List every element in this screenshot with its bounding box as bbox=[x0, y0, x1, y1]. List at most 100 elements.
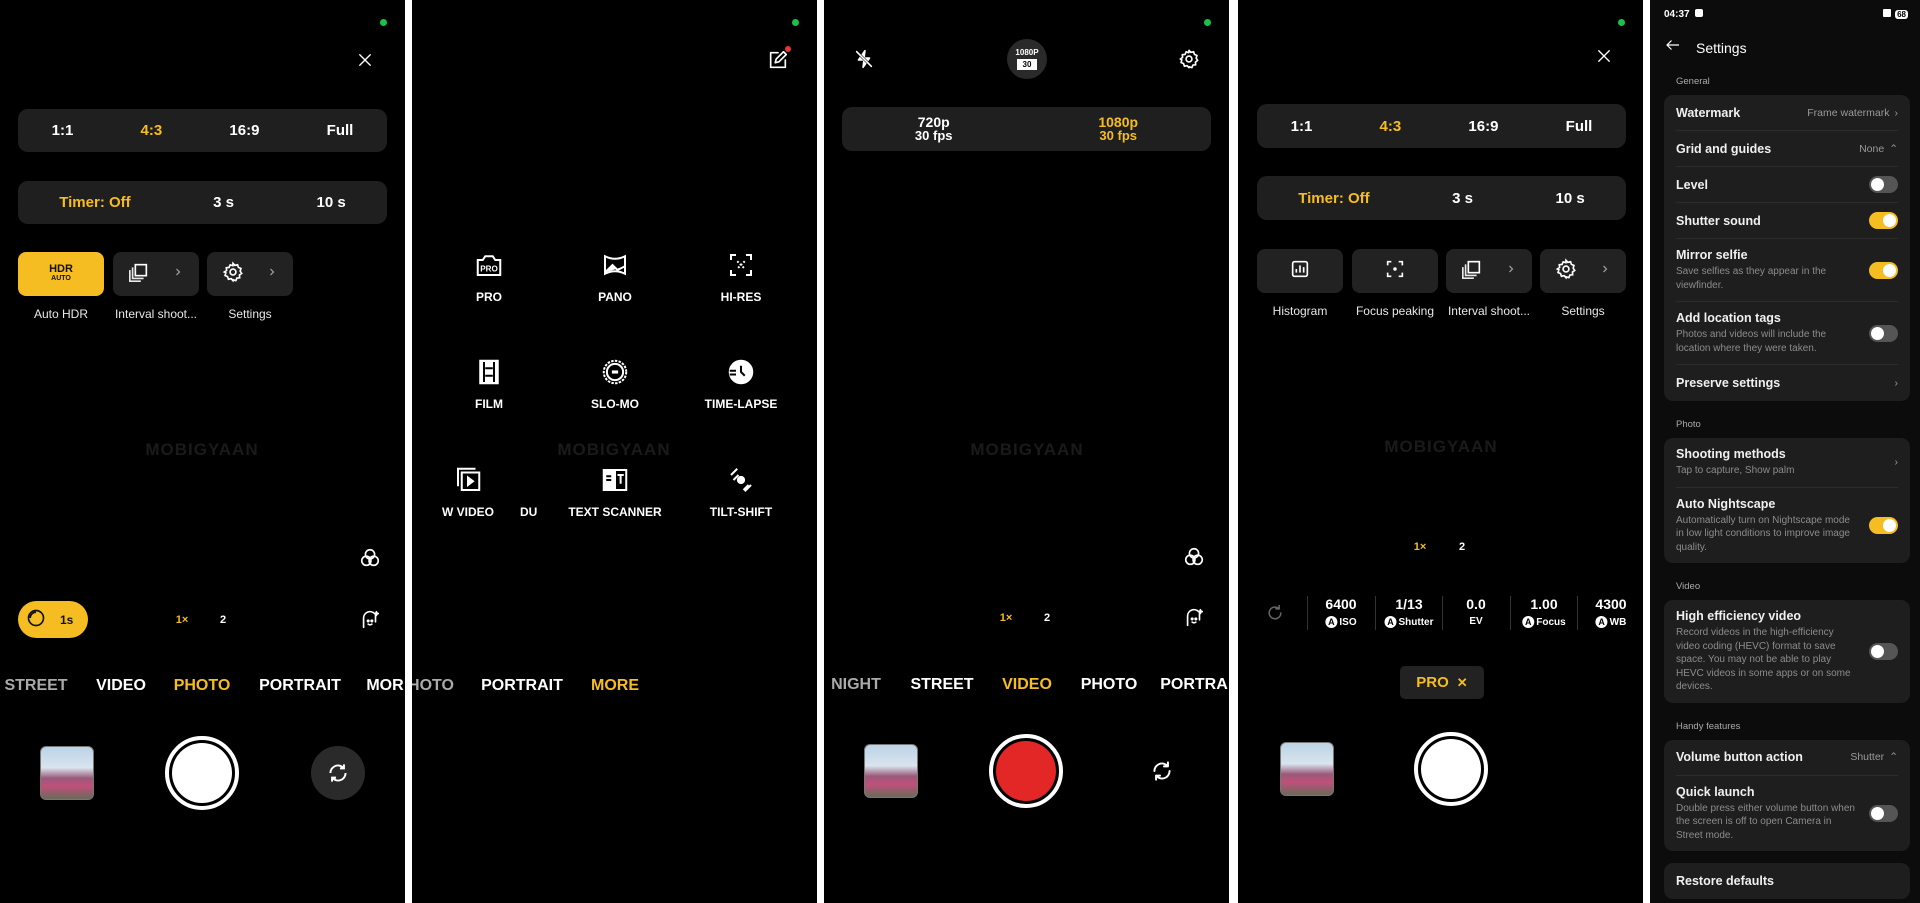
mode-hi-res[interactable]: HI-RES bbox=[681, 250, 801, 304]
aspect-ratio-option[interactable]: 16:9 bbox=[229, 122, 259, 139]
gallery-thumbnail[interactable] bbox=[864, 744, 918, 798]
aspect-ratio-option[interactable]: 4:3 bbox=[1380, 118, 1402, 135]
setting-value[interactable]: › bbox=[1895, 377, 1899, 389]
quick-histogram-button[interactable] bbox=[1257, 249, 1343, 293]
aspect-ratio-option[interactable]: Full bbox=[1566, 118, 1593, 135]
setting-value[interactable]: › bbox=[1895, 456, 1899, 468]
timer-option[interactable]: 10 s bbox=[1556, 190, 1585, 207]
timer-option[interactable]: 3 s bbox=[1452, 190, 1473, 207]
close-icon[interactable] bbox=[356, 51, 374, 69]
shutter-button[interactable] bbox=[165, 736, 239, 810]
pro-shutter-control[interactable]: 1/13 A Shutter bbox=[1384, 596, 1434, 628]
mode-portra[interactable]: PORTRA bbox=[1160, 676, 1228, 694]
aspect-ratio-option[interactable]: Full bbox=[327, 122, 354, 139]
resolution-option[interactable]: 720p 30 fps bbox=[915, 115, 953, 143]
setting-auto-nightscape[interactable]: Auto Nightscape Automatically turn on Nig… bbox=[1676, 488, 1898, 564]
resolution-badge-button[interactable]: 1080P 30 bbox=[1007, 39, 1047, 79]
toggle-switch[interactable] bbox=[1869, 642, 1898, 660]
setting-value[interactable]: None ⌃ bbox=[1859, 143, 1898, 155]
mode-street[interactable]: STREET bbox=[910, 676, 973, 694]
zoom-1x-button[interactable]: 1× bbox=[176, 614, 189, 626]
timer-option[interactable]: Timer: Off bbox=[1298, 190, 1369, 207]
quick-gear-button[interactable] bbox=[207, 252, 293, 296]
switch-camera-button[interactable] bbox=[311, 746, 365, 800]
pro-iso-control[interactable]: 6400 A ISO bbox=[1325, 596, 1357, 628]
quick-focus-peaking-button[interactable] bbox=[1352, 249, 1438, 293]
mode-mor[interactable]: MOR bbox=[366, 677, 403, 695]
mode-night[interactable]: NIGHT bbox=[831, 676, 881, 694]
pro-ev-control[interactable]: 0.0 EV bbox=[1466, 596, 1485, 627]
quick-hdr-auto-button[interactable]: HDR AUTO bbox=[18, 252, 104, 296]
mode-slo-mo[interactable]: SLO-MO bbox=[555, 357, 675, 411]
settings-list[interactable]: General Watermark Frame watermark › Grid and… bbox=[1650, 76, 1920, 899]
pro-mode-pill[interactable]: PRO ✕ bbox=[1400, 666, 1484, 699]
switch-camera-icon[interactable] bbox=[1149, 758, 1175, 784]
timer-option[interactable]: Timer: Off bbox=[59, 194, 130, 211]
toggle-switch[interactable] bbox=[1869, 324, 1898, 342]
setting-shutter-sound[interactable]: Shutter sound bbox=[1676, 203, 1898, 239]
mode-film[interactable]: FILM bbox=[429, 357, 549, 411]
pro-wb-control[interactable]: 4300 A WB bbox=[1595, 596, 1627, 628]
toggle-switch[interactable] bbox=[1869, 804, 1898, 822]
setting-value[interactable]: Shutter ⌃ bbox=[1850, 751, 1898, 763]
mode-tilt-shift[interactable]: TILT-SHIFT bbox=[681, 465, 801, 519]
mode-pano[interactable]: PANO bbox=[555, 250, 675, 304]
filters-icon[interactable] bbox=[1183, 546, 1205, 568]
resolution-option[interactable]: 1080p 30 fps bbox=[1098, 115, 1138, 143]
setting-volume-button-action[interactable]: Volume button action Shutter ⌃ bbox=[1676, 740, 1898, 776]
shutter-button[interactable] bbox=[1414, 732, 1488, 806]
record-button[interactable] bbox=[989, 734, 1063, 808]
setting-grid-and-guides[interactable]: Grid and guides None ⌃ bbox=[1676, 131, 1898, 167]
mode-photo[interactable]: PHOTO bbox=[174, 677, 231, 695]
reset-icon[interactable] bbox=[1265, 603, 1285, 623]
mode-portrait[interactable]: PORTRAIT bbox=[259, 677, 341, 695]
back-arrow-icon[interactable] bbox=[1664, 36, 1682, 59]
setting-shooting-methods[interactable]: Shooting methods Tap to capture, Show pal… bbox=[1676, 438, 1898, 488]
mode-street[interactable]: STREET bbox=[4, 677, 67, 695]
pro-focus-control[interactable]: 1.00 A Focus bbox=[1522, 596, 1566, 628]
portrait-retouch-icon[interactable] bbox=[1183, 607, 1205, 629]
setting-watermark[interactable]: Watermark Frame watermark › bbox=[1676, 95, 1898, 131]
zoom-2x-button[interactable]: 2 bbox=[1459, 541, 1465, 553]
setting-add-location-tags[interactable]: Add location tags Photos and videos will … bbox=[1676, 302, 1898, 365]
aspect-ratio-option[interactable]: 4:3 bbox=[141, 122, 163, 139]
exposure-pill-button[interactable]: 1s bbox=[18, 601, 88, 638]
timer-option[interactable]: 10 s bbox=[317, 194, 346, 211]
zoom-2x-button[interactable]: 2 bbox=[1044, 612, 1050, 624]
flash-off-icon[interactable] bbox=[853, 48, 875, 70]
timer-option[interactable]: 3 s bbox=[213, 194, 234, 211]
gallery-thumbnail[interactable] bbox=[40, 746, 94, 800]
gallery-thumbnail[interactable] bbox=[1280, 742, 1334, 796]
partial-mode-label[interactable]: DU bbox=[520, 505, 537, 519]
toggle-switch[interactable] bbox=[1869, 212, 1898, 229]
aspect-ratio-option[interactable]: 1:1 bbox=[1291, 118, 1313, 135]
quick-gear-button[interactable] bbox=[1540, 249, 1626, 293]
setting-high-efficiency-video[interactable]: High efficiency video Record videos in th… bbox=[1676, 600, 1898, 703]
setting-quick-launch[interactable]: Quick launch Double press either volume b… bbox=[1676, 776, 1898, 852]
zoom-1x-button[interactable]: 1× bbox=[1000, 612, 1013, 624]
setting-level[interactable]: Level bbox=[1676, 167, 1898, 203]
zoom-2x-button[interactable]: 2 bbox=[220, 614, 226, 626]
aspect-ratio-option[interactable]: 1:1 bbox=[52, 122, 74, 139]
setting-preserve-settings[interactable]: Preserve settings › bbox=[1676, 365, 1898, 401]
filters-icon[interactable] bbox=[359, 547, 381, 569]
zoom-1x-button[interactable]: 1× bbox=[1414, 541, 1427, 553]
mode-hoto[interactable]: HOTO bbox=[412, 677, 454, 695]
mode-video[interactable]: VIDEO bbox=[96, 677, 146, 695]
restore-defaults-button[interactable]: Restore defaults bbox=[1676, 863, 1898, 899]
setting-mirror-selfie[interactable]: Mirror selfie Save selfies as they appear… bbox=[1676, 239, 1898, 302]
toggle-switch[interactable] bbox=[1869, 261, 1898, 279]
mode-video[interactable]: VIDEO bbox=[1002, 676, 1052, 694]
mode-w-video[interactable]: W VIDEO bbox=[412, 465, 528, 519]
close-icon[interactable] bbox=[1595, 47, 1613, 65]
toggle-switch[interactable] bbox=[1869, 516, 1898, 534]
quick-interval-shooting-button[interactable] bbox=[113, 252, 199, 296]
setting-value[interactable]: Frame watermark › bbox=[1807, 107, 1898, 119]
quick-interval-shooting-button[interactable] bbox=[1446, 249, 1532, 293]
mode-pro[interactable]: PRO PRO bbox=[429, 250, 549, 304]
edit-modes-icon[interactable] bbox=[767, 49, 789, 71]
mode-portrait[interactable]: PORTRAIT bbox=[481, 677, 563, 695]
close-pro-icon[interactable]: ✕ bbox=[1457, 675, 1468, 691]
mode-time-lapse[interactable]: TIME-LAPSE bbox=[681, 357, 801, 411]
restore-defaults-card[interactable]: Restore defaults bbox=[1664, 863, 1910, 899]
